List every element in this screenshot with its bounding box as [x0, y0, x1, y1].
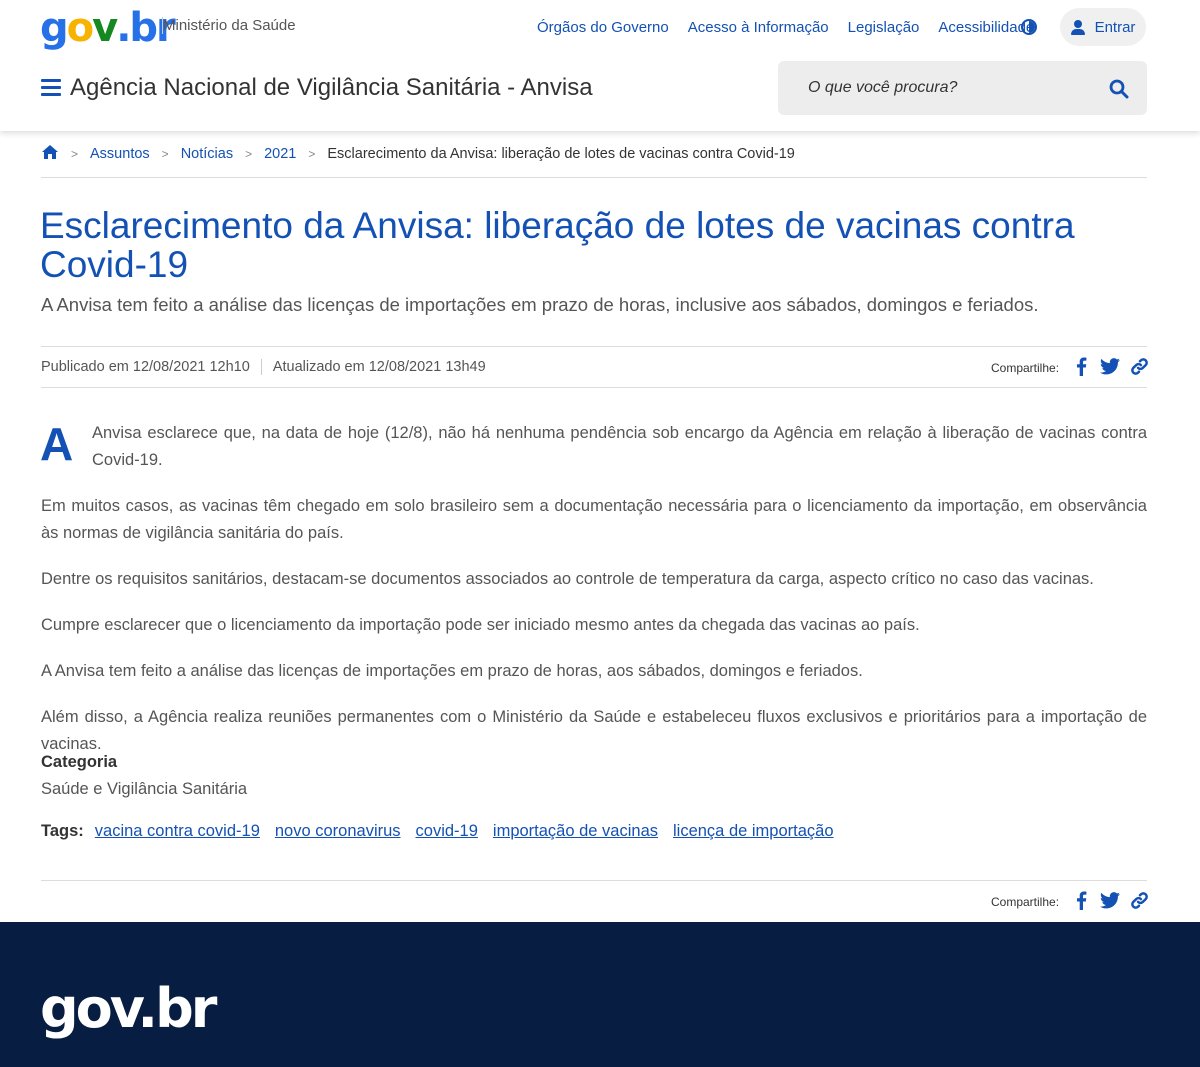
divider: [41, 880, 1147, 881]
chevron-right-icon: >: [308, 147, 316, 161]
search-input[interactable]: [808, 61, 1098, 115]
nav-link-acessibilidade[interactable]: Acessibilidade: [938, 19, 1034, 36]
link-icon[interactable]: [1129, 890, 1149, 910]
updated-date: Atualizado em 12/08/2021 13h49: [272, 359, 486, 375]
article-paragraph: Cumpre esclarecer que o licenciamento da…: [41, 616, 920, 634]
divider: [41, 346, 1147, 347]
chevron-right-icon: >: [161, 147, 169, 161]
share-label: Compartilhe:: [991, 895, 1060, 909]
login-label: Entrar: [1094, 18, 1136, 36]
link-icon[interactable]: [1129, 356, 1149, 376]
article-paragraph: A Anvisa tem feito a análise das licença…: [41, 662, 863, 680]
site-header: gov.br Ministério da Saúde Órgãos do Gov…: [0, 0, 1200, 131]
article-paragraph: Em muitos casos, as vacinas têm chegado …: [41, 497, 1147, 542]
breadcrumb: > Assuntos > Notícias > 2021 > Esclareci…: [41, 144, 795, 164]
top-nav: Órgãos do Governo Acesso à Informação Le…: [537, 19, 1053, 36]
tags-list: Tags: vacina contra covid-19 novo corona…: [41, 822, 849, 841]
site-title[interactable]: Agência Nacional de Vigilância Sanitária…: [70, 74, 593, 102]
tag-link[interactable]: vacina contra covid-19: [95, 822, 260, 841]
tag-link[interactable]: licença de importação: [673, 822, 834, 841]
twitter-icon[interactable]: [1100, 890, 1121, 910]
facebook-icon[interactable]: [1071, 356, 1091, 376]
tags-label: Tags:: [41, 822, 84, 840]
article-meta: Publicado em 12/08/2021 12h10 Atualizado…: [41, 359, 486, 375]
chevron-right-icon: >: [71, 147, 79, 161]
category-value: Saúde e Vigilância Sanitária: [41, 780, 248, 798]
breadcrumb-noticias[interactable]: Notícias: [181, 146, 233, 162]
article-paragraph: Dentre os requisitos sanitários, destaca…: [41, 570, 1094, 588]
govbr-logo[interactable]: gov.br: [40, 6, 176, 48]
article-paragraph: Anvisa esclarece que, na data de hoje (1…: [92, 424, 1147, 469]
facebook-icon[interactable]: [1071, 890, 1091, 910]
breadcrumb-2021[interactable]: 2021: [264, 146, 296, 162]
article-paragraph: Além disso, a Agência realiza reuniões p…: [41, 708, 1147, 753]
published-date: Publicado em 12/08/2021 12h10: [41, 359, 262, 375]
login-button[interactable]: Entrar: [1060, 8, 1146, 46]
share-bar-top: Compartilhe:: [991, 356, 1158, 376]
ministry-label: Ministério da Saúde: [162, 17, 296, 34]
site-footer: gov.br: [0, 922, 1200, 1067]
menu-icon[interactable]: [41, 79, 61, 96]
tag-link[interactable]: novo coronavirus: [275, 822, 401, 841]
category-label: Categoria: [41, 753, 118, 771]
breadcrumb-assuntos[interactable]: Assuntos: [90, 146, 150, 162]
nav-link-legislacao[interactable]: Legislação: [848, 19, 920, 36]
user-icon: [1070, 19, 1085, 35]
tag-link[interactable]: covid-19: [416, 822, 478, 841]
page-title: Esclarecimento da Anvisa: liberação de l…: [40, 205, 1075, 285]
divider: [41, 387, 1147, 388]
home-icon[interactable]: [41, 144, 59, 164]
footer-govbr-logo[interactable]: gov.br: [40, 982, 217, 1036]
share-bar-bottom: Compartilhe:: [991, 890, 1158, 910]
twitter-icon[interactable]: [1100, 356, 1121, 376]
share-label: Compartilhe:: [991, 361, 1060, 375]
chevron-right-icon: >: [245, 147, 253, 161]
search-box: [778, 61, 1147, 115]
search-icon[interactable]: [1109, 79, 1129, 99]
nav-link-orgaos[interactable]: Órgãos do Governo: [537, 19, 669, 36]
tag-link[interactable]: importação de vacinas: [493, 822, 658, 841]
contrast-icon[interactable]: [1021, 19, 1037, 35]
article-subtitle: A Anvisa tem feito a análise das licença…: [41, 294, 1039, 315]
dropcap: A: [40, 418, 74, 470]
nav-link-acesso-informacao[interactable]: Acesso à Informação: [688, 19, 829, 36]
divider: [41, 177, 1147, 178]
breadcrumb-current: Esclarecimento da Anvisa: liberação de l…: [327, 146, 795, 162]
